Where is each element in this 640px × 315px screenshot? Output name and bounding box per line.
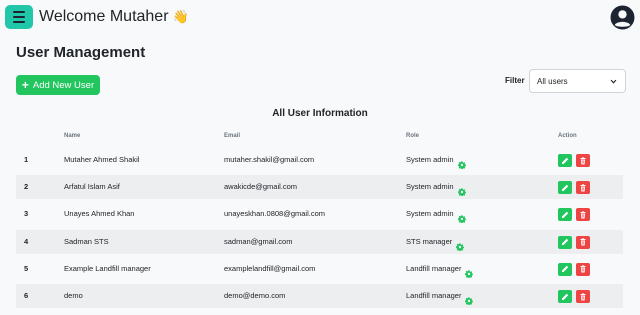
role-label: System admin bbox=[406, 182, 454, 192]
top-bar: Welcome Mutaher 👋 bbox=[0, 0, 640, 36]
chevron-down-icon bbox=[610, 79, 617, 84]
role-label: Landfill manager bbox=[406, 263, 462, 273]
user-name: Sadman STS bbox=[64, 236, 109, 246]
user-email: mutaher.shakil@gmail.com bbox=[224, 155, 315, 164]
delete-button[interactable] bbox=[576, 235, 590, 249]
table-row: 2 Arfatul Islam Asif awakicde@gmail.com Sys… bbox=[16, 175, 623, 200]
user-role: Landfill manager bbox=[406, 284, 474, 308]
gear-icon[interactable] bbox=[456, 237, 465, 252]
edit-button[interactable] bbox=[558, 154, 572, 167]
page-title: User Management bbox=[16, 44, 146, 61]
gear-icon[interactable] bbox=[457, 155, 466, 170]
welcome-text: Welcome Mutaher bbox=[39, 8, 169, 25]
filter-selected-value: All users bbox=[537, 76, 568, 86]
user-name: Arfatul Islam Asif bbox=[64, 182, 120, 192]
user-role: System admin bbox=[406, 175, 466, 199]
menu-button[interactable] bbox=[5, 5, 33, 29]
user-role: Landfill manager bbox=[406, 257, 474, 281]
pencil-icon bbox=[561, 238, 569, 246]
plus-icon: + bbox=[21, 78, 29, 92]
filter-select[interactable]: All users bbox=[529, 69, 626, 93]
user-circle-icon[interactable] bbox=[610, 5, 635, 30]
trash-icon bbox=[579, 265, 587, 273]
trash-icon bbox=[579, 184, 587, 192]
pencil-icon bbox=[561, 184, 569, 192]
gear-icon[interactable] bbox=[457, 182, 466, 197]
delete-button[interactable] bbox=[576, 181, 590, 195]
trash-icon bbox=[579, 156, 587, 165]
table-row: 5 Example Landfill manager examplelandfill… bbox=[16, 257, 623, 281]
user-role: System admin bbox=[406, 148, 466, 172]
column-header-role: Role bbox=[406, 133, 420, 139]
gear-icon[interactable] bbox=[457, 209, 466, 224]
edit-button[interactable] bbox=[558, 262, 572, 276]
user-email: sadman@gmail.com bbox=[224, 236, 293, 246]
table-row: 1 Mutaher Ahmed Shakil mutaher.shakil@gmai… bbox=[16, 148, 623, 172]
pencil-icon bbox=[561, 293, 569, 301]
user-email: unayeskhan.0808@gmail.com bbox=[224, 209, 326, 219]
role-label: System admin bbox=[406, 155, 454, 164]
gear-icon[interactable] bbox=[465, 264, 474, 279]
row-index: 1 bbox=[24, 155, 29, 164]
welcome-heading: Welcome Mutaher 👋 bbox=[39, 8, 189, 26]
column-header-name: Name bbox=[64, 133, 81, 139]
row-index: 5 bbox=[24, 263, 29, 273]
trash-icon bbox=[579, 292, 587, 301]
column-header-action: Action bbox=[558, 133, 577, 139]
pencil-icon bbox=[561, 265, 569, 273]
column-header-email: Email bbox=[224, 133, 241, 139]
delete-button[interactable] bbox=[576, 208, 590, 222]
user-email: examplelandfill@gmail.com bbox=[224, 263, 316, 273]
edit-button[interactable] bbox=[558, 235, 572, 249]
row-index: 6 bbox=[24, 291, 29, 300]
row-index: 4 bbox=[24, 236, 29, 246]
role-label: System admin bbox=[406, 209, 454, 219]
user-email: demo@demo.com bbox=[224, 291, 286, 300]
table-row: 6 demo demo@demo.com Landfill manager bbox=[16, 284, 623, 308]
user-name: Unayes Ahmed Khan bbox=[64, 209, 135, 219]
user-name: demo bbox=[64, 291, 83, 300]
role-label: STS manager bbox=[406, 236, 453, 246]
hamburger-icon bbox=[13, 11, 25, 14]
trash-icon bbox=[579, 238, 587, 246]
user-name: Mutaher Ahmed Shakil bbox=[64, 155, 140, 164]
row-index: 3 bbox=[24, 209, 29, 219]
edit-button[interactable] bbox=[558, 181, 572, 195]
pencil-icon bbox=[561, 157, 569, 165]
table-row: 4 Sadman STS sadman@gmail.com STS manager bbox=[16, 229, 623, 254]
edit-button[interactable] bbox=[558, 208, 572, 222]
user-role: STS manager bbox=[406, 230, 465, 254]
wave-emoji: 👋 bbox=[172, 9, 189, 24]
edit-button[interactable] bbox=[558, 290, 572, 303]
delete-button[interactable] bbox=[576, 262, 590, 276]
user-email: awakicde@gmail.com bbox=[224, 182, 298, 192]
table-row: 3 Unayes Ahmed Khan unayeskhan.0808@gmail.… bbox=[16, 202, 623, 226]
add-new-user-button[interactable]: + Add New User bbox=[16, 75, 100, 95]
table-title: All User Information bbox=[272, 108, 368, 119]
row-index: 2 bbox=[24, 182, 29, 192]
delete-button[interactable] bbox=[576, 290, 590, 303]
user-role: System admin bbox=[406, 202, 466, 226]
delete-button[interactable] bbox=[576, 154, 590, 167]
user-name: Example Landfill manager bbox=[64, 263, 151, 273]
filter-label: Filter bbox=[505, 76, 525, 85]
role-label: Landfill manager bbox=[406, 291, 462, 300]
pencil-icon bbox=[561, 211, 569, 219]
add-new-user-label: Add New User bbox=[32, 79, 95, 91]
trash-icon bbox=[579, 211, 587, 219]
